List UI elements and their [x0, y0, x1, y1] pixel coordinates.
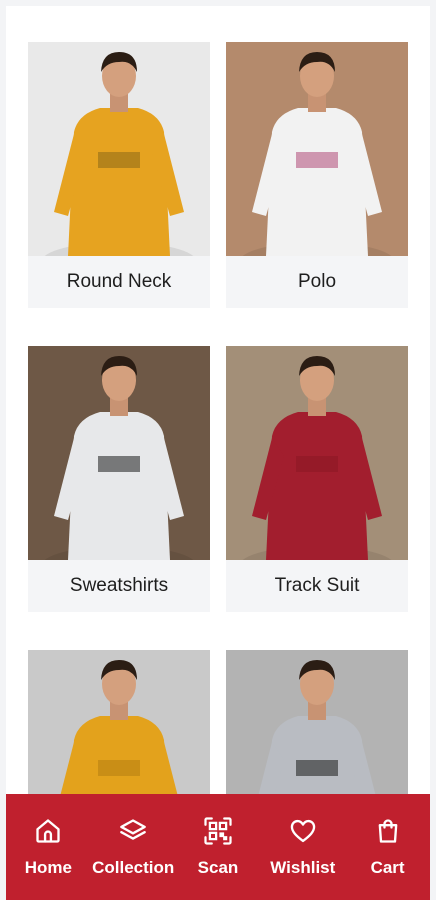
- category-label: Track Suit: [226, 560, 408, 612]
- home-icon: [33, 816, 63, 846]
- category-photo: [28, 42, 210, 256]
- nav-cart[interactable]: Cart: [346, 816, 430, 878]
- nav-scan-label: Scan: [197, 858, 239, 877]
- category-card-round-neck[interactable]: Round Neck: [28, 42, 210, 308]
- category-grid: Round Neck Polo Sweatshirts Track Suit: [28, 42, 408, 900]
- heart-icon: [288, 816, 318, 846]
- nav-home[interactable]: Home: [6, 816, 90, 878]
- category-photo: [226, 346, 408, 560]
- nav-wishlist-label: Wishlist: [270, 858, 336, 877]
- category-label: Round Neck: [28, 256, 210, 308]
- model-photo-illustration: [226, 346, 408, 560]
- model-photo-illustration: [28, 346, 210, 560]
- qr-scan-icon: [203, 816, 233, 846]
- nav-home-label: Home: [24, 858, 72, 877]
- layers-icon: [118, 816, 148, 846]
- model-photo-illustration: [28, 42, 210, 256]
- shopping-bag-icon: [373, 816, 403, 846]
- nav-wishlist[interactable]: Wishlist: [261, 816, 345, 878]
- category-label: Polo: [226, 256, 408, 308]
- category-card-polo[interactable]: Polo: [226, 42, 408, 308]
- category-photo: [226, 42, 408, 256]
- app-screen: Round Neck Polo Sweatshirts Track Suit H…: [0, 0, 436, 900]
- category-photo: [28, 346, 210, 560]
- nav-collection-label: Collection: [92, 858, 175, 877]
- category-label: Sweatshirts: [28, 560, 210, 612]
- nav-cart-label: Cart: [370, 858, 405, 877]
- model-photo-illustration: [226, 42, 408, 256]
- category-card-track-suit[interactable]: Track Suit: [226, 346, 408, 612]
- nav-scan[interactable]: Scan: [176, 816, 260, 878]
- nav-collection[interactable]: Collection: [91, 816, 175, 878]
- bottom-navigation-bar: Home Collection Scan Wishlist Cart: [6, 794, 430, 900]
- category-card-sweatshirts[interactable]: Sweatshirts: [28, 346, 210, 612]
